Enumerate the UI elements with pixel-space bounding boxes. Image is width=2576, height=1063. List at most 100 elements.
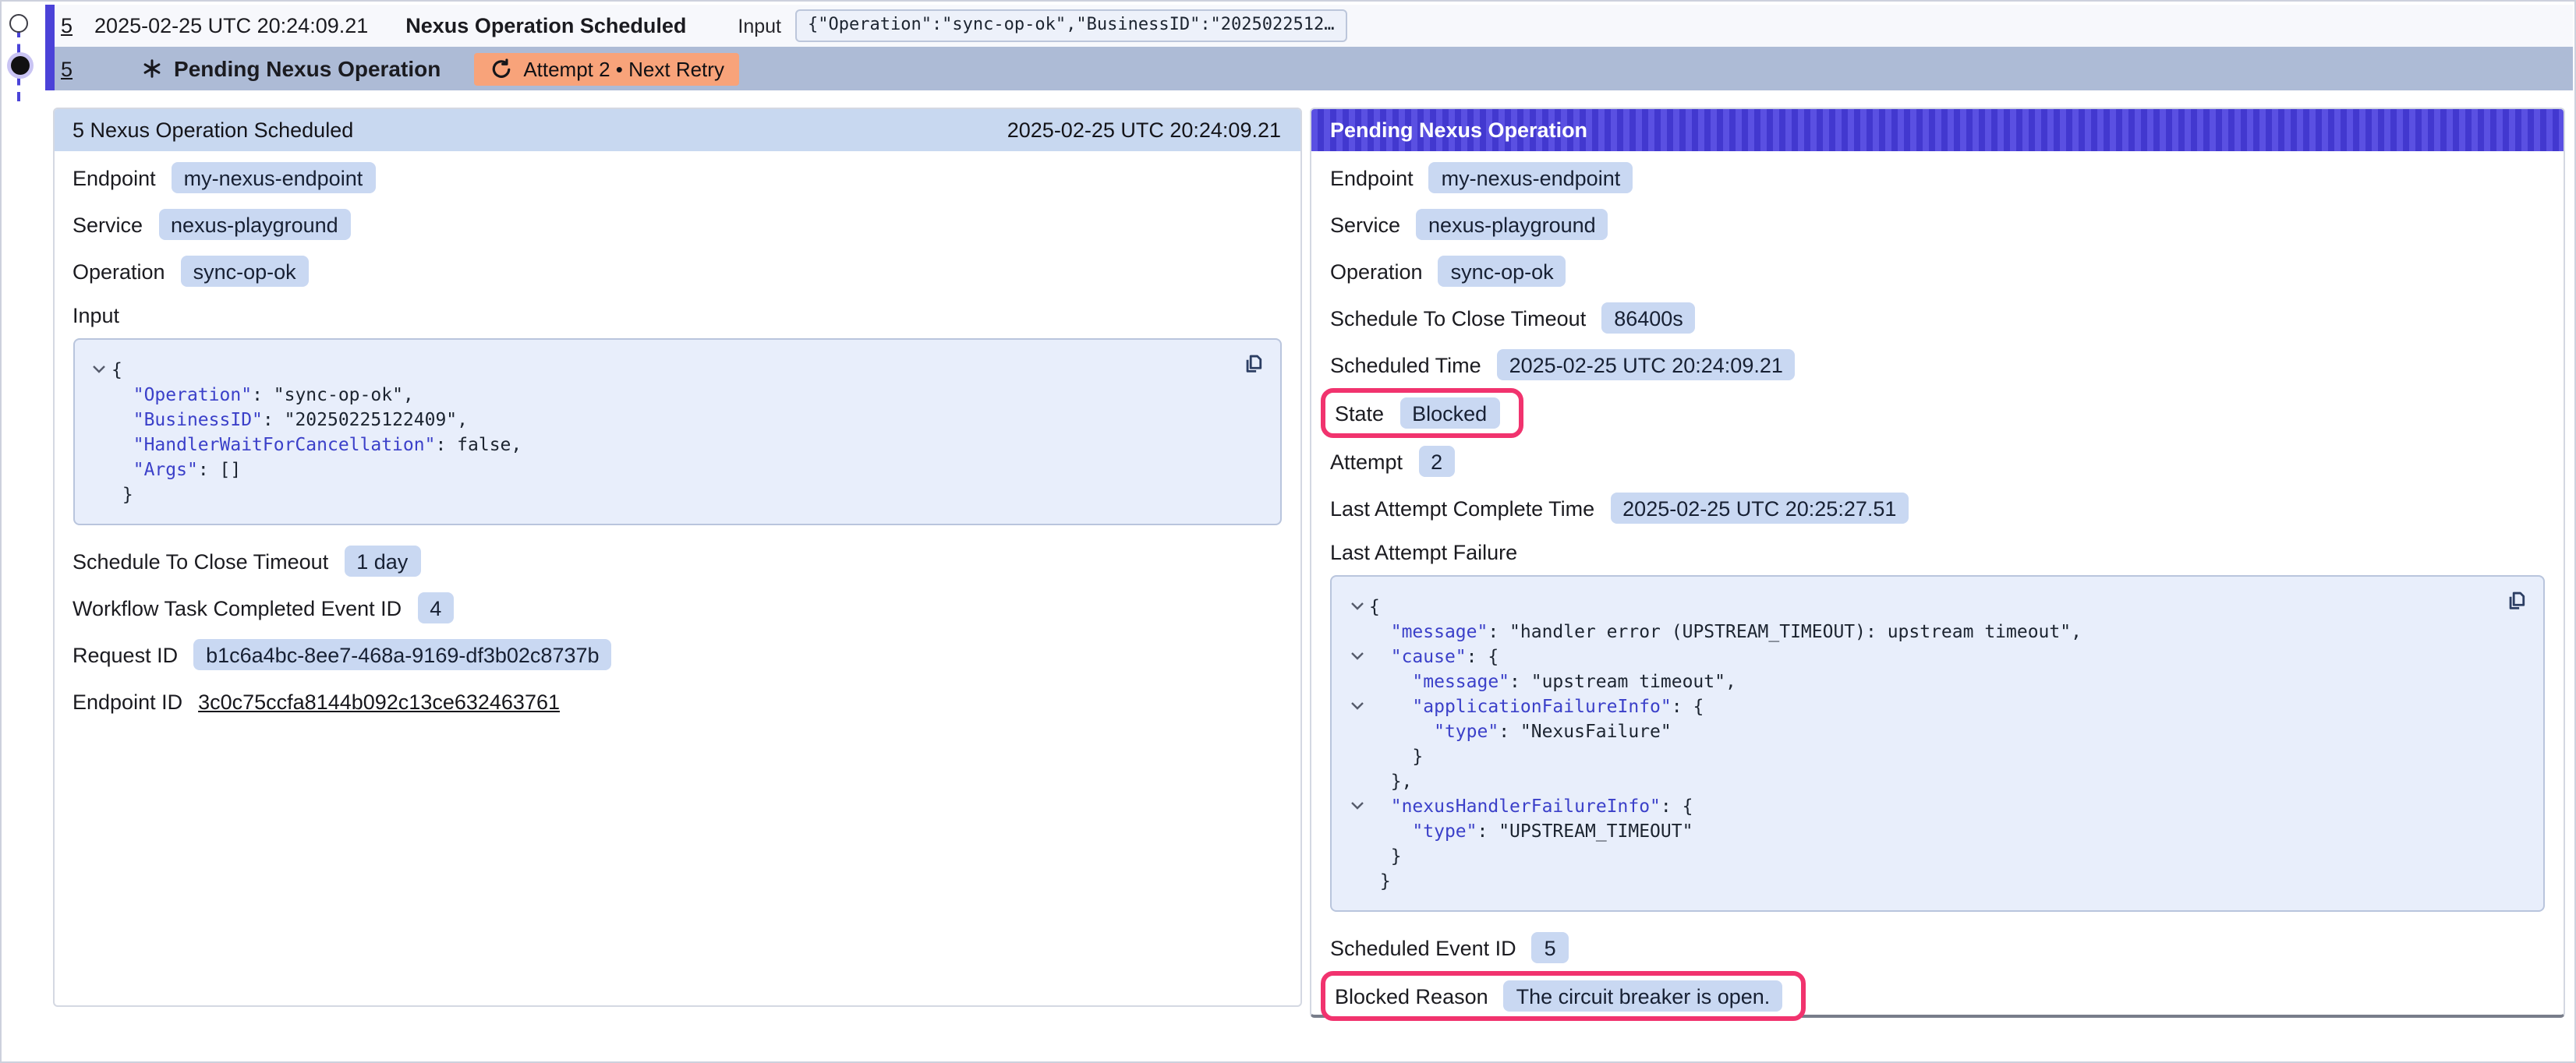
field-value-badge: 4 — [417, 592, 454, 623]
temporal-event-history-view: 5 2025-02-25 UTC 20:24:09.21 Nexus Opera… — [0, 0, 2576, 1063]
json-text — [1369, 645, 1391, 667]
json-text: : { — [1672, 695, 1704, 717]
field-endpoint-id: Endpoint ID 3c0c75ccfa8144b092c13ce632463… — [73, 678, 1281, 725]
event-details-body: Endpointmy-nexus-endpointServicenexus-pl… — [54, 151, 1300, 725]
pending-event-title: Pending Nexus Operation — [174, 56, 441, 81]
gutter-space — [1344, 619, 1369, 644]
json-text — [1369, 695, 1412, 717]
gutter-space — [87, 407, 111, 432]
event-row-nexus-operation-scheduled[interactable]: 5 2025-02-25 UTC 20:24:09.21 Nexus Opera… — [45, 5, 2573, 47]
collapse-chevron-icon[interactable] — [87, 357, 111, 382]
json-text: }, — [1369, 770, 1412, 792]
json-line-text: "cause": { — [1369, 644, 1499, 669]
event-id-link[interactable]: 5 — [61, 57, 73, 80]
field-attempt: Attempt2 — [1330, 438, 2545, 485]
gutter-space — [87, 382, 111, 407]
field-value-badge: nexus-playground — [158, 209, 351, 240]
event-timestamp: 2025-02-25 UTC 20:24:09.21 — [94, 14, 368, 37]
field-operation: Operationsync-op-ok — [73, 248, 1281, 295]
collapse-chevron-icon[interactable] — [1344, 644, 1369, 669]
json-line: "type": "NexusFailure" — [1344, 719, 2525, 743]
collapse-chevron-icon[interactable] — [1344, 793, 1369, 818]
event-details-panel: 5 Nexus Operation Scheduled 2025-02-25 U… — [52, 108, 1301, 1007]
retry-badge-label: Attempt 2 • Next Retry — [523, 57, 724, 80]
field-label: Endpoint ID — [73, 690, 182, 713]
pending-operation-fields-bottom: Scheduled Event ID5Blocked ReasonThe cir… — [1330, 924, 2545, 1021]
gutter-space — [87, 482, 111, 507]
collapse-chevron-icon[interactable] — [1344, 594, 1369, 619]
json-key: "applicationFailureInfo" — [1412, 695, 1671, 717]
field-value-badge: b1c6a4bc-8ee7-468a-9169-df3b02c8737b — [193, 639, 611, 670]
field-label: Service — [1330, 213, 1400, 236]
input-json-code: { "Operation": "sync-op-ok", "BusinessID… — [87, 357, 1261, 507]
gutter-space — [87, 432, 111, 457]
json-text: : "NexusFailure" — [1499, 720, 1672, 742]
event-details-header-timestamp: 2025-02-25 UTC 20:24:09.21 — [1007, 118, 1281, 142]
field-value-badge: nexus-playground — [1416, 209, 1608, 240]
gutter-space — [1344, 719, 1369, 743]
field-last-attempt-complete-time: Last Attempt Complete Time2025-02-25 UTC… — [1330, 485, 2545, 532]
event-input-preview-chip[interactable]: {"Operation":"sync-op-ok","BusinessID":"… — [795, 9, 1347, 43]
pending-operation-panel: Pending Nexus Operation Endpointmy-nexus… — [1310, 108, 2565, 1018]
json-text: } — [1369, 845, 1402, 867]
json-line: { — [1344, 594, 2525, 619]
json-line-text: } — [111, 482, 133, 507]
json-text: : [] — [198, 458, 241, 480]
timeline-open-circle-icon[interactable] — [9, 14, 28, 33]
gutter-space — [1344, 843, 1369, 868]
json-key: "Operation" — [133, 383, 252, 405]
json-text — [1369, 720, 1434, 742]
json-text: : { — [1467, 645, 1499, 667]
json-text: } — [1369, 745, 1423, 767]
pending-operation-fields-top: Endpointmy-nexus-endpointServicenexus-pl… — [1330, 154, 2545, 532]
field-label: Schedule To Close Timeout — [1330, 306, 1586, 330]
field-label: Blocked Reason — [1335, 984, 1488, 1008]
field-value-badge: 5 — [1532, 932, 1569, 963]
event-row-pending-nexus-operation[interactable]: 5 Pending Nexus Operation Attempt 2 • Ne… — [45, 47, 2573, 90]
gutter-space — [1344, 669, 1369, 694]
json-key: "Args" — [133, 458, 198, 480]
field-request-id: Request IDb1c6a4bc-8ee7-468a-9169-df3b02… — [73, 631, 1281, 678]
field-value-badge: sync-op-ok — [181, 256, 309, 287]
annotation-highlight-box: StateBlocked — [1321, 388, 1523, 438]
field-label: Workflow Task Completed Event ID — [73, 596, 402, 620]
field-value-badge: 2025-02-25 UTC 20:25:27.51 — [1610, 493, 1909, 524]
json-text — [1369, 620, 1391, 642]
json-line-text: "type": "UPSTREAM_TIMEOUT" — [1369, 818, 1693, 843]
field-schedule-to-close-timeout: Schedule To Close Timeout1 day — [73, 538, 1281, 584]
json-line-text: "applicationFailureInfo": { — [1369, 694, 1704, 719]
field-operation: Operationsync-op-ok — [1330, 248, 2545, 295]
timeline-selected-dot-icon[interactable] — [10, 56, 29, 75]
json-key: "type" — [1434, 720, 1499, 742]
copy-icon[interactable] — [2504, 589, 2528, 613]
field-label: Scheduled Time — [1330, 353, 1481, 376]
json-line: } — [1344, 843, 2525, 868]
field-label: Endpoint — [73, 166, 156, 189]
json-line-text: } — [1369, 843, 1402, 868]
event-input-label: Input — [738, 15, 781, 37]
json-line-text: "message": "upstream timeout", — [1369, 669, 1736, 694]
json-line: }, — [1344, 768, 2525, 793]
copy-icon[interactable] — [1240, 352, 1264, 376]
failure-json-code: { "message": "handler error (UPSTREAM_TI… — [1344, 594, 2525, 893]
field-state: StateBlocked — [1330, 388, 2545, 438]
json-text: : "UPSTREAM_TIMEOUT" — [1477, 820, 1693, 842]
json-line: "BusinessID": "20250225122409", — [87, 407, 1261, 432]
json-line: } — [1344, 743, 2525, 768]
field-value-link[interactable]: 3c0c75ccfa8144b092c13ce632463761 — [198, 690, 560, 713]
event-id-link[interactable]: 5 — [61, 14, 73, 37]
json-line: "cause": { — [1344, 644, 2525, 669]
field-workflow-task-completed-event-id: Workflow Task Completed Event ID 4 — [73, 584, 1281, 631]
json-line: } — [87, 482, 1261, 507]
field-value-badge: The circuit breaker is open. — [1504, 980, 1783, 1012]
json-text: } — [111, 483, 133, 505]
field-value-badge: Blocked — [1399, 397, 1499, 429]
field-value-badge: 2025-02-25 UTC 20:24:09.21 — [1497, 349, 1796, 380]
json-line-text: "Args": [] — [111, 457, 241, 482]
json-line-text: } — [1369, 743, 1423, 768]
field-schedule-to-close-timeout: Schedule To Close Timeout86400s — [1330, 295, 2545, 341]
collapse-chevron-icon[interactable] — [1344, 694, 1369, 719]
input-section-label: Input — [73, 295, 1281, 335]
field-label: Service — [73, 213, 143, 236]
event-details-header: 5 Nexus Operation Scheduled 2025-02-25 U… — [54, 109, 1300, 151]
